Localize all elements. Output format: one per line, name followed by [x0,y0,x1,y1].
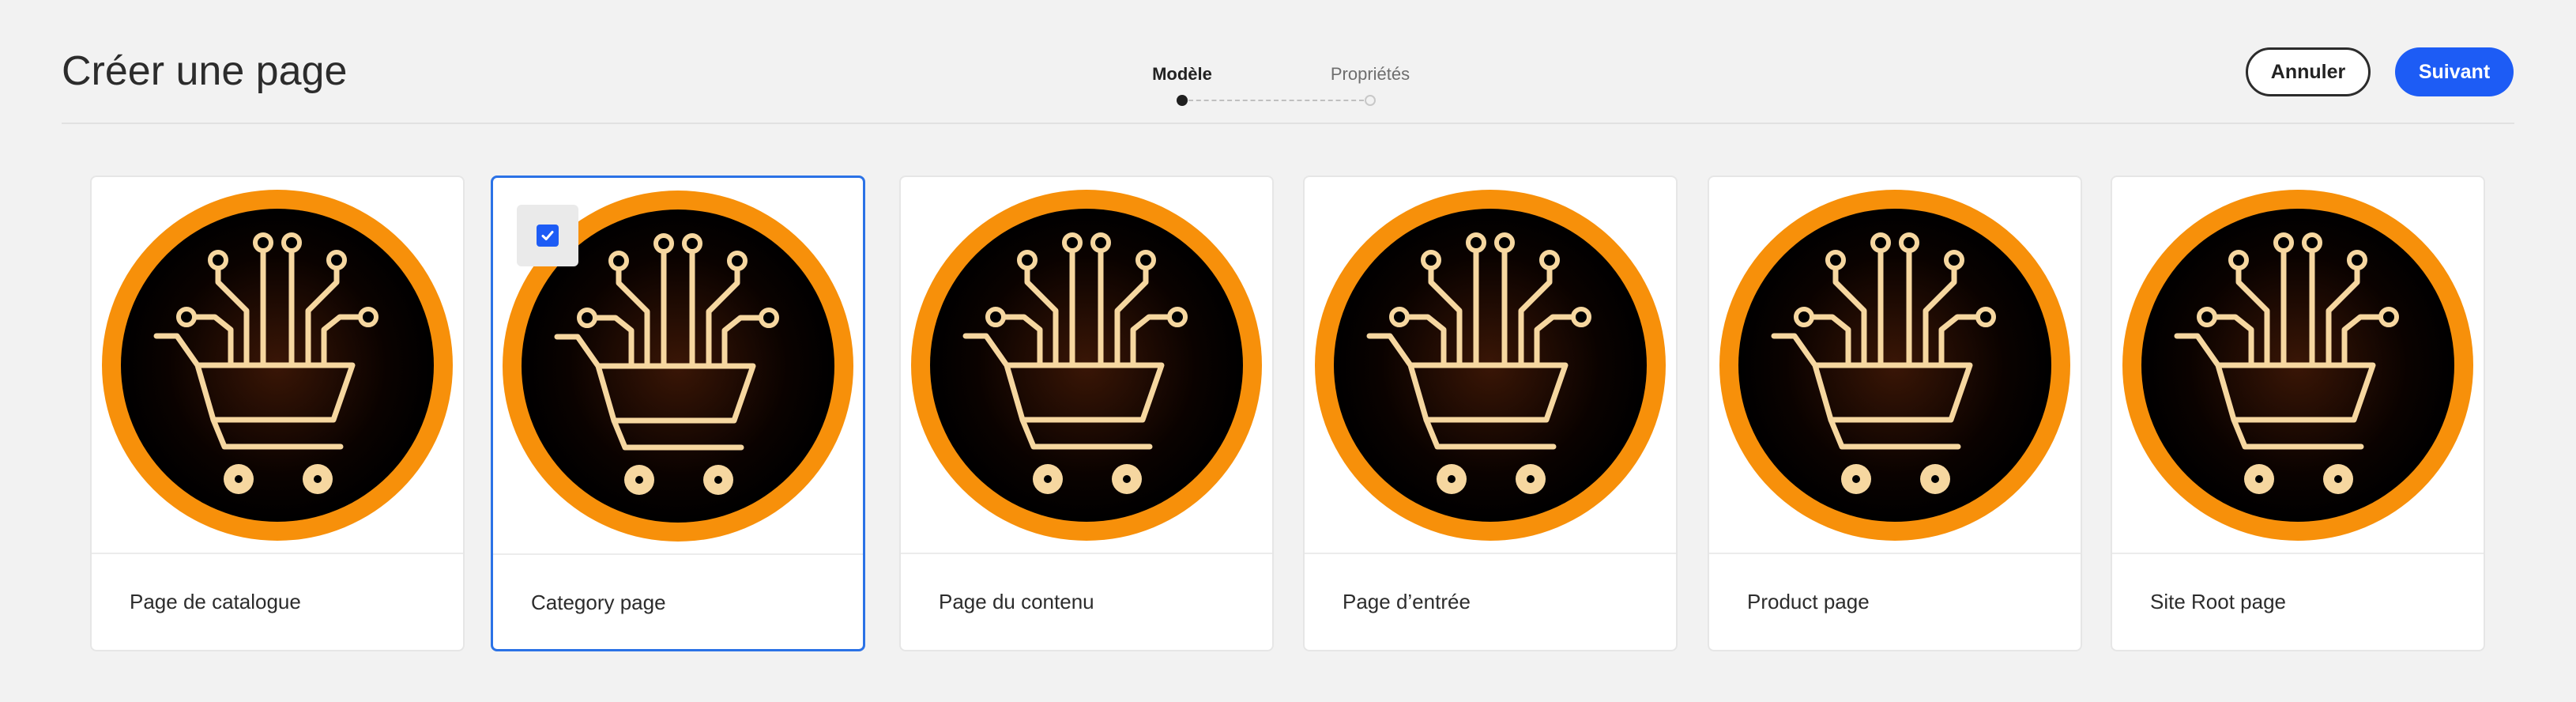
template-card-site-root[interactable]: Site Root page [2111,176,2485,651]
template-card-label: Site Root page [2150,590,2287,613]
card-checkbox[interactable] [537,225,559,247]
template-card-label: Product page [1747,590,1870,613]
card-divider [493,553,863,555]
shopping-cart-circuit-icon [901,177,1272,553]
step-label-template: Modèle [1152,64,1212,84]
card-divider [2112,553,2484,554]
template-card-catalog[interactable]: Page de catalogue [90,176,465,651]
template-card-landing[interactable]: Page d’entrée [1303,176,1678,651]
template-card-label: Page d’entrée [1343,590,1471,613]
shopping-cart-circuit-icon [2112,177,2484,553]
card-divider [1709,553,2081,554]
card-divider [1305,553,1676,554]
step-dot-template [1177,95,1188,106]
card-divider [901,553,1272,554]
template-card-category[interactable]: Category page [491,176,865,651]
page-title: Créer une page [62,48,348,94]
next-button[interactable]: Suivant [2395,47,2514,96]
step-connector [1188,100,1364,101]
cancel-button[interactable]: Annuler [2246,47,2371,96]
shopping-cart-circuit-icon [1709,177,2081,553]
shopping-cart-circuit-icon [92,177,463,553]
header-divider [62,123,2514,124]
template-card-label: Page de catalogue [130,590,301,613]
template-card-label: Page du contenu [939,590,1094,613]
card-selection-area[interactable] [517,205,578,266]
card-divider [92,553,463,554]
checkmark-icon [541,231,554,240]
template-card-label: Category page [531,591,666,614]
step-label-properties: Propriétés [1330,64,1410,84]
template-card-product[interactable]: Product page [1708,176,2082,651]
wizard-stepper: Modèle Propriétés [1106,57,1438,112]
page-header: Créer une page Modèle Propriétés Annuler… [0,0,2576,124]
step-dot-properties [1365,95,1376,106]
shopping-cart-circuit-icon [1305,177,1676,553]
template-card-content[interactable]: Page du contenu [899,176,1274,651]
